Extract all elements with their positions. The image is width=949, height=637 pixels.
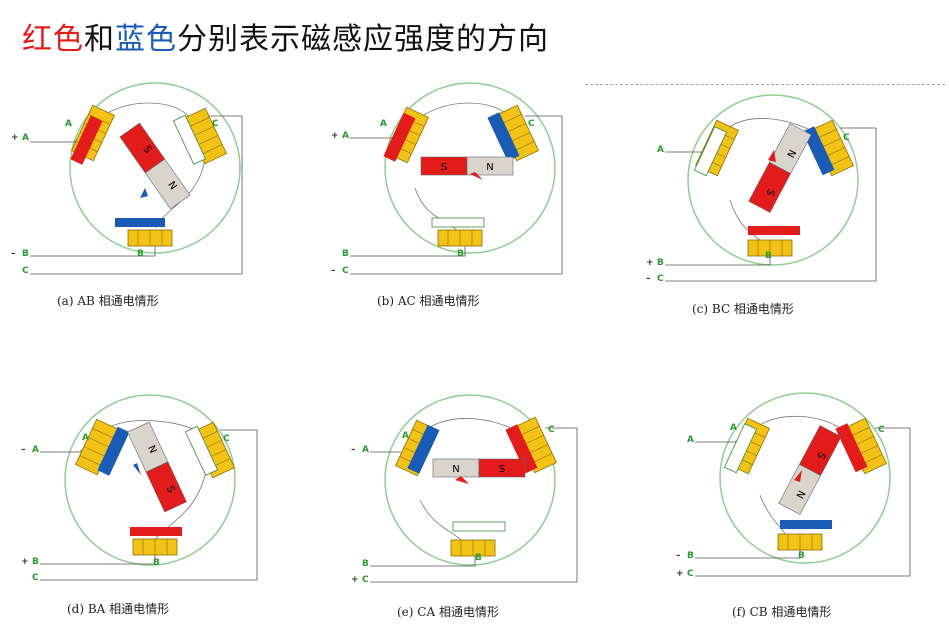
a-sign: – [351,445,356,455]
terminal-c-label: C [657,274,664,284]
field-arrow [140,188,148,198]
c-sign: – [331,266,336,276]
panel-ac: S N + A A B – C C B (b) AC 相通电情形 [325,82,585,318]
b-sign: + [21,557,29,567]
magnet-n-label: N [486,162,493,173]
coil-b [127,229,173,247]
a-sign: – [21,445,26,455]
coil-b-label: B [765,251,772,261]
terminal-a-label: A [657,145,664,155]
panel-ba: N S – A A + B C C B (d) BA 相通电情形 [15,394,275,635]
diagram-cb: S N A A – B + C C B [676,392,911,579]
terminal-a-label: A [32,445,39,455]
field-arrow [133,463,141,475]
b-sign: – [11,249,16,259]
terminal-a-label: A [342,131,349,141]
terminal-c-label: C [32,573,39,583]
coil-b-label: B [457,249,464,259]
terminal-b-label: B [687,551,694,561]
b-sign: + [646,258,654,268]
terminal-b-label: B [657,258,664,268]
coil-b-label: B [475,553,482,563]
pole-b-indicator [780,520,832,529]
terminal-b-label: B [342,249,349,259]
caption-ca: (e) CA 相通电情形 [397,605,499,619]
coil-b-label: B [798,551,805,561]
pole-b-indicator [452,521,506,532]
b-sign: – [676,551,681,561]
terminal-c-label: C [687,569,694,579]
terminal-c-label: C [22,266,29,276]
page-title: 红色和蓝色分别表示磁感应强度的方向 [22,14,549,58]
pole-b-indicator [748,226,800,235]
rotor-magnet: N S [432,458,526,478]
c-sign: – [646,274,651,284]
terminal-a-label: A [362,445,369,455]
a-sign: + [11,133,19,143]
rotor-magnet: S N [119,122,191,210]
rotor-magnet: N S [748,123,812,213]
pole-b-indicator [431,217,485,228]
rotor-magnet: S N [420,156,514,176]
terminal-c-label: C [342,266,349,276]
coil-b [450,539,496,557]
pole-b-indicator [115,218,165,227]
terminal-a-label: A [687,435,694,445]
title-and: 和 [84,22,115,57]
terminal-a-label: A [22,133,29,143]
diagram-ca: N S – A A B + C C B [351,394,578,585]
c-sign: + [351,575,359,585]
terminal-c-label: C [362,575,369,585]
panel-cb: S N A A – B + C C B (f) CB 相通电情形 [670,392,930,630]
magnet-s-label: S [499,464,505,475]
diagram-ab: S N + A A – B C C B [11,82,243,276]
coil-c-label: C [843,133,850,143]
title-rest: 分别表示磁感应强度的方向 [177,22,549,57]
caption-cb: (f) CB 相通电情形 [732,605,832,619]
diagram-ac: S N + A A B – C C B [331,82,563,276]
title-red-word: 红色 [22,22,84,57]
diagram-bc: N S A + B – C C B [646,94,877,284]
coil-b [132,538,178,556]
panel-ca: N S – A A B + C C B (e) CA 相通电情形 [345,394,605,630]
terminal-b-label: B [32,557,39,567]
coil-a-label: A [402,431,409,441]
rotor-magnet: S N [778,425,842,515]
coil-b-label: B [137,249,144,259]
panel-bc: N S A + B – C C B (c) BC 相通电情形 [640,94,900,330]
caption-ab: (a) AB 相通电情形 [57,294,159,308]
coil-a-label: A [82,433,89,443]
coil-a-label: A [380,119,387,129]
coil-c-label: C [212,119,219,129]
coil-a-label: A [65,119,72,129]
caption-bc: (c) BC 相通电情形 [692,302,794,316]
coil-c-label: C [548,425,555,435]
panel-ab: S N + A A – B C C B (a) AB 相通电情形 [5,82,265,318]
coil-a-label: A [730,423,737,433]
pole-b-indicator [130,527,182,536]
divider [585,84,945,85]
magnet-n-label: N [452,464,459,475]
terminal-b-label: B [22,249,29,259]
magnet-s-label: S [441,162,447,173]
coil-c-label: C [528,119,535,129]
diagram-ba: N S – A A + B C C B [21,394,258,583]
caption-ac: (b) AC 相通电情形 [377,294,480,308]
a-sign: + [331,131,339,141]
title-blue-word: 蓝色 [115,22,177,57]
coil-c-label: C [878,425,885,435]
coil-c-label: C [223,434,230,444]
coil-b-label: B [153,558,160,568]
c-sign: + [676,569,684,579]
caption-ba: (d) BA 相通电情形 [67,602,170,616]
coil-b [777,533,823,551]
terminal-b-label: B [362,559,369,569]
coil-b [437,229,483,247]
